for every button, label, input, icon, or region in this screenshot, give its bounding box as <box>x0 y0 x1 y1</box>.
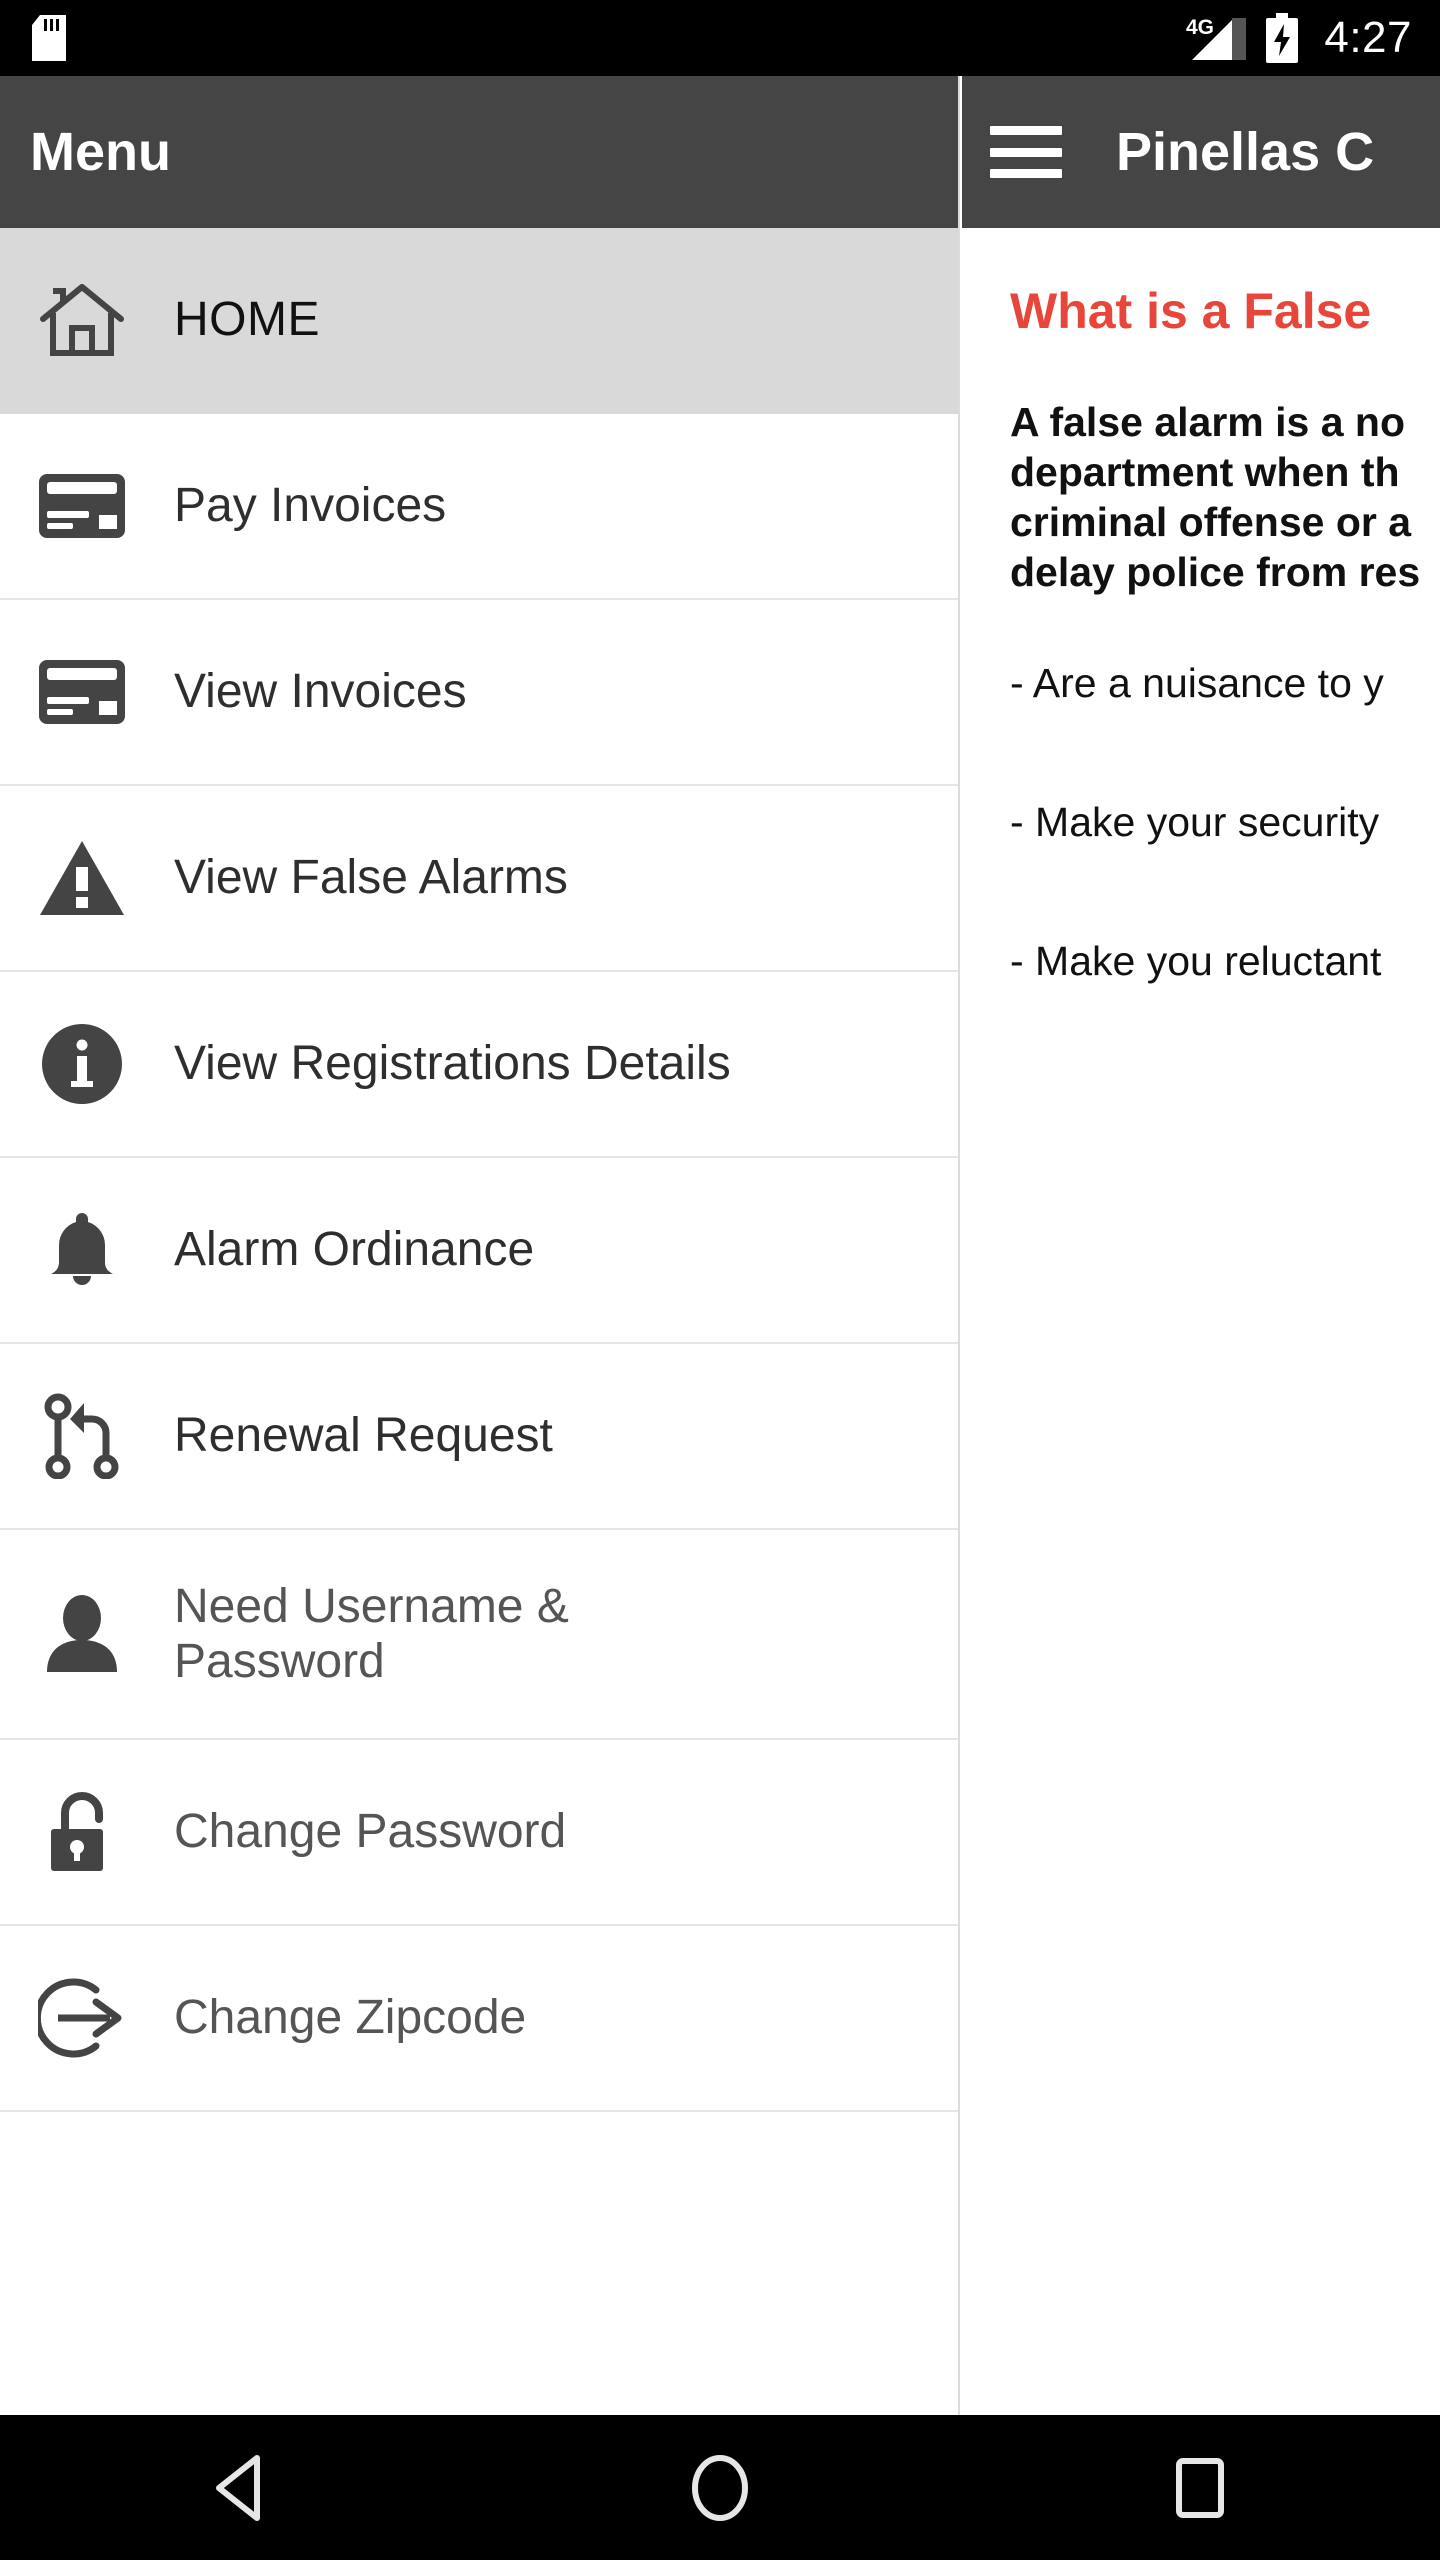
sidebar-item-label: Pay Invoices <box>174 479 447 533</box>
info-circle-icon <box>34 1016 130 1112</box>
sidebar-item-label: View False Alarms <box>174 851 568 905</box>
sidebar-item-alarm-ordinance[interactable]: Alarm Ordinance <box>0 1158 958 1344</box>
battery-charging-icon <box>1266 13 1299 63</box>
status-bar: 4G 4:27 <box>0 0 1440 76</box>
sidebar-item-change-password[interactable]: Change Password <box>0 1740 958 1926</box>
drawer-header-title: Menu <box>30 122 171 182</box>
sidebar-item-label: Alarm Ordinance <box>174 1223 535 1277</box>
home-circle-icon[interactable] <box>640 2415 800 2560</box>
unlocked-padlock-icon <box>34 1784 130 1880</box>
sidebar-item-label: View Registrations Details <box>174 1037 731 1091</box>
app-bar: Pinellas C <box>962 76 1440 228</box>
status-bar-left <box>32 15 66 61</box>
sidebar-item-change-zipcode[interactable]: Change Zipcode <box>0 1926 958 2112</box>
warning-triangle-icon <box>34 830 130 926</box>
back-triangle-icon[interactable] <box>160 2415 320 2560</box>
logout-arrow-icon <box>34 1970 130 2066</box>
recents-square-icon[interactable] <box>1120 2415 1280 2560</box>
person-icon <box>34 1586 130 1682</box>
navigation-drawer: Menu HOME Pay Invoices View Invoices Vie… <box>0 76 960 2415</box>
status-bar-right: 4G 4:27 <box>1186 13 1412 63</box>
bell-icon <box>34 1202 130 1298</box>
credit-card-icon <box>34 644 130 740</box>
app-bar-title: Pinellas C <box>1116 122 1375 182</box>
content-panel: What is a False A false alarm is a no de… <box>962 228 1440 2415</box>
drawer-menu-list: HOME Pay Invoices View Invoices View Fal… <box>0 228 958 2112</box>
sd-card-icon <box>32 15 66 61</box>
signal-bars-icon: 4G <box>1186 16 1247 60</box>
sidebar-item-view-invoices[interactable]: View Invoices <box>0 600 958 786</box>
sidebar-item-pay-invoices[interactable]: Pay Invoices <box>0 414 958 600</box>
drawer-empty-space <box>0 2112 958 2402</box>
branch-merge-icon <box>34 1388 130 1484</box>
content-bullet-1: - Are a nuisance to y <box>1010 660 1384 707</box>
sidebar-item-home[interactable]: HOME <box>0 228 958 414</box>
sidebar-item-label: Change Password <box>174 1805 567 1859</box>
content-paragraph: A false alarm is a no department when th… <box>1010 399 1421 596</box>
sidebar-item-label: View Invoices <box>174 665 467 719</box>
sidebar-item-view-registrations-details[interactable]: View Registrations Details <box>0 972 958 1158</box>
home-icon <box>34 272 130 368</box>
hamburger-menu-icon[interactable] <box>990 126 1062 178</box>
drawer-header: Menu <box>0 76 958 228</box>
sidebar-item-view-false-alarms[interactable]: View False Alarms <box>0 786 958 972</box>
credit-card-icon <box>34 458 130 554</box>
sidebar-item-label: Change Zipcode <box>174 1991 527 2045</box>
page-title: What is a False <box>1010 283 1372 339</box>
sidebar-item-label: Renewal Request <box>174 1409 553 1463</box>
status-bar-clock: 4:27 <box>1324 13 1412 62</box>
sidebar-item-label: HOME <box>174 293 320 347</box>
android-navigation-bar <box>0 2415 1440 2560</box>
content-bullet-3: - Make you reluctant <box>1010 938 1382 985</box>
network-type-label: 4G <box>1186 16 1214 39</box>
sidebar-item-need-username-password[interactable]: Need Username & Password <box>0 1530 958 1740</box>
sidebar-item-label: Need Username & Password <box>174 1579 569 1688</box>
sidebar-item-renewal-request[interactable]: Renewal Request <box>0 1344 958 1530</box>
content-bullet-2: - Make your security <box>1010 799 1380 846</box>
